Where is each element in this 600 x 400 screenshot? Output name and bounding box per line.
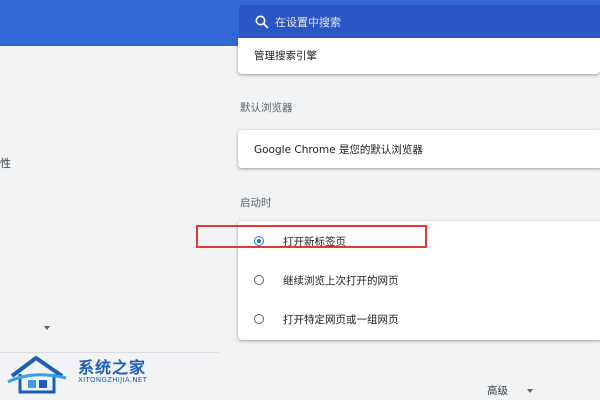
startup-option-label: 打开特定网页或一组网页 xyxy=(283,314,399,326)
search-input[interactable] xyxy=(275,5,575,39)
startup-option-specific-pages[interactable]: 打开特定网页或一组网页 xyxy=(238,301,600,339)
watermark-logo: 系统之家 XITONGZHIJIA.NET xyxy=(6,352,166,396)
default-browser-heading: 默认浏览器 xyxy=(240,102,293,114)
startup-option-continue[interactable]: 继续浏览上次打开的网页 xyxy=(238,262,600,300)
search-icon xyxy=(255,15,269,29)
highlight-annotation-box xyxy=(196,225,427,248)
manage-search-engines-link[interactable]: 管理搜索引擎 xyxy=(254,48,317,63)
sidebar xyxy=(0,46,219,399)
search-box[interactable] xyxy=(239,5,600,39)
watermark-subtitle: XITONGZHIJIA.NET xyxy=(78,376,148,384)
sidebar-item-fragment[interactable]: 性 xyxy=(0,155,11,171)
watermark-title: 系统之家 xyxy=(78,358,147,377)
search-engine-card: 管理搜索引擎 xyxy=(238,38,600,74)
chevron-down-icon[interactable] xyxy=(527,389,533,393)
radio-button[interactable] xyxy=(254,314,264,324)
chevron-down-icon[interactable] xyxy=(44,326,50,330)
advanced-settings-toggle[interactable]: 高级 xyxy=(487,383,508,398)
house-logo-icon xyxy=(7,356,67,394)
default-browser-card: Google Chrome 是您的默认浏览器 xyxy=(238,130,600,168)
radio-button[interactable] xyxy=(254,275,264,285)
default-browser-status: Google Chrome 是您的默认浏览器 xyxy=(254,144,423,156)
startup-option-label: 继续浏览上次打开的网页 xyxy=(283,275,399,287)
on-startup-heading: 启动时 xyxy=(240,197,272,209)
